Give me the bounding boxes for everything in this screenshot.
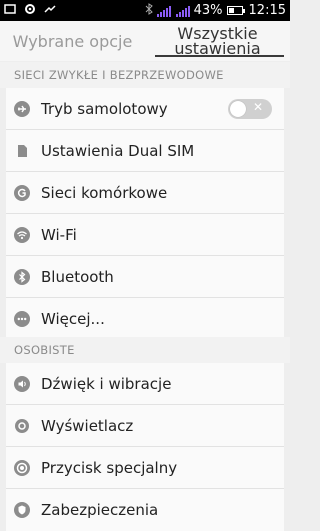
setting-special-button[interactable]: Przycisk specjalny	[6, 447, 284, 489]
setting-sound[interactable]: Dźwięk i wibracje	[6, 363, 284, 405]
setting-dual-sim[interactable]: Ustawienia Dual SIM	[6, 130, 284, 172]
setting-label: Zabezpieczenia	[41, 501, 159, 519]
setting-label: Przycisk specjalny	[41, 458, 178, 477]
toggle-knob	[230, 101, 246, 117]
more-icon	[14, 311, 30, 327]
wireless-group: Tryb samolotowy ✕ Ustawienia Dual SIM Si…	[6, 88, 284, 340]
link-icon	[44, 3, 56, 19]
settings-tabs: Wybrane opcje Wszystkie ustawienia	[0, 21, 290, 61]
sim-icon	[14, 143, 30, 159]
setting-label: Dźwięk i wibracje	[41, 374, 172, 393]
clock: 12:15	[248, 3, 286, 18]
airplane-icon	[14, 100, 30, 117]
security-icon	[14, 502, 30, 518]
setting-bluetooth[interactable]: Bluetooth	[6, 256, 284, 298]
bluetooth-icon	[145, 2, 153, 19]
setting-display[interactable]: Wyświetlacz	[6, 405, 284, 447]
setting-label: Ustawienia Dual SIM	[41, 141, 195, 160]
bluetooth-icon	[14, 268, 30, 285]
setting-airplane-mode[interactable]: Tryb samolotowy ✕	[6, 88, 284, 130]
wifi-icon	[14, 226, 30, 243]
setting-label: Bluetooth	[41, 267, 114, 286]
battery-icon	[226, 6, 245, 15]
section-header-wireless: SIECI ZWYKŁE I BEZPRZEWODOWE	[0, 62, 290, 88]
mobile-network-icon	[14, 184, 30, 201]
sound-icon	[14, 375, 30, 392]
setting-label: Tryb samolotowy	[41, 99, 168, 118]
settings-cog-icon	[24, 3, 36, 19]
toggle-off-mark: ✕	[252, 100, 263, 114]
setting-label: Więcej...	[41, 310, 105, 328]
tab-all-settings[interactable]: Wszystkie ustawienia	[145, 21, 290, 61]
airplane-mode-toggle[interactable]: ✕	[228, 99, 272, 119]
tab-selected-options[interactable]: Wybrane opcje	[0, 21, 145, 61]
screen-icon	[4, 3, 16, 19]
setting-mobile-networks[interactable]: Sieci komórkowe	[6, 172, 284, 214]
setting-wifi[interactable]: Wi-Fi	[6, 214, 284, 256]
setting-label: Wi-Fi	[41, 225, 77, 244]
tab-all-settings-label: Wszystkie ustawienia	[174, 24, 261, 58]
display-icon	[14, 418, 30, 434]
battery-percent: 43%	[193, 3, 223, 18]
setting-label: Sieci komórkowe	[41, 183, 168, 202]
setting-more[interactable]: Więcej...	[6, 298, 284, 340]
personal-group: Dźwięk i wibracje Wyświetlacz Przycisk s…	[6, 363, 284, 531]
special-button-icon	[14, 459, 30, 476]
setting-security[interactable]: Zabezpieczenia	[6, 489, 284, 531]
setting-label: Wyświetlacz	[41, 416, 134, 435]
signal-icon	[156, 5, 190, 17]
status-bar: 43% 12:15	[0, 0, 290, 21]
section-header-personal: OSOBISTE	[0, 337, 290, 363]
